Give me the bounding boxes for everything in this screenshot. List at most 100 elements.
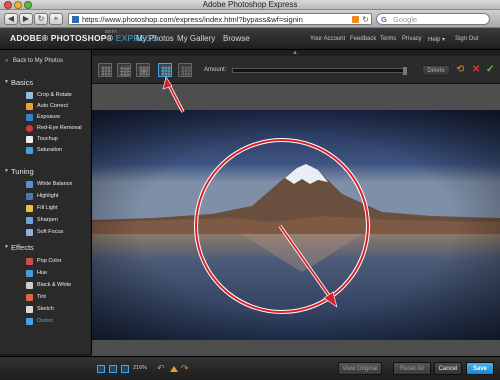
app-header: ADOBE® PHOTOSHOP® EXPRESS BETA My Photos…: [0, 28, 500, 50]
cancel-icon[interactable]: ✕: [472, 65, 480, 75]
touchup-icon: [26, 136, 33, 143]
back-label: Back to My Photos: [13, 58, 64, 64]
distort-mode-3-button[interactable]: [136, 63, 150, 77]
tool-label: Soft Focus: [37, 229, 64, 235]
address-url: https://www.photoshop.com/express/index.…: [82, 15, 303, 24]
back-to-my-photos-link[interactable]: « Back to My Photos: [0, 55, 92, 67]
nav-help[interactable]: Help ▾: [428, 36, 445, 43]
distort-mode-5-button[interactable]: [178, 63, 192, 77]
tool-hue[interactable]: Hue: [0, 268, 92, 279]
actual-size-button[interactable]: [109, 365, 117, 373]
nav-my-photos[interactable]: My Photos: [136, 34, 174, 43]
add-bookmark-button[interactable]: +: [49, 13, 63, 25]
reset-icon[interactable]: ⟲: [456, 65, 464, 75]
exposure-icon: [26, 114, 33, 121]
tool-exposure[interactable]: Exposure: [0, 112, 92, 123]
tool-label: Exposure: [37, 114, 61, 120]
photo[interactable]: [92, 110, 500, 340]
fill-light-icon: [26, 205, 33, 212]
tint-icon: [26, 294, 33, 301]
tool-auto-correct[interactable]: Auto Correct: [0, 101, 92, 112]
black-white-icon: [26, 282, 33, 289]
grid-icon: [161, 66, 171, 76]
amount-slider[interactable]: [232, 67, 407, 75]
tool-soft-focus[interactable]: Soft Focus: [0, 227, 92, 238]
tool-highlight[interactable]: Highlight: [0, 191, 92, 202]
cancel-button[interactable]: Cancel: [434, 362, 462, 375]
tool-sketch[interactable]: Sketch: [0, 304, 92, 315]
grid-icon: [181, 66, 191, 76]
forward-button[interactable]: ▶: [19, 13, 33, 25]
tool-crop-rotate[interactable]: Crop & Rotate: [0, 90, 92, 101]
tool-options-bar: Amount: Delete ⟲ ✕ ✓: [92, 56, 500, 84]
grid-icon: [139, 66, 149, 76]
undo-icon[interactable]: ↶: [157, 363, 165, 374]
section-toggle-icon: ▼: [4, 168, 9, 174]
fit-view-button[interactable]: [97, 365, 105, 373]
amount-label: Amount:: [204, 67, 227, 73]
editing-canvas[interactable]: [92, 84, 500, 356]
window-title-bar: Adobe Photoshop Express: [0, 0, 500, 10]
tool-label: Pop Color: [37, 258, 62, 264]
section-tuning[interactable]: ▼ Tuning: [0, 166, 92, 177]
white-balance-icon: [26, 181, 33, 188]
nav-my-gallery[interactable]: My Gallery: [177, 34, 215, 43]
reset-all-button[interactable]: Reset All: [393, 362, 431, 375]
save-button[interactable]: Save: [466, 362, 494, 375]
tool-label: Hue: [37, 270, 48, 276]
grid-icon: [119, 66, 131, 76]
tool-label: Saturation: [37, 147, 63, 153]
tool-red-eye-removal[interactable]: Red-Eye Removal: [0, 123, 92, 134]
address-bar[interactable]: https://www.photoshop.com/express/index.…: [68, 13, 372, 25]
sharpen-icon: [26, 217, 33, 224]
delete-button[interactable]: Delete: [422, 65, 450, 76]
section-toggle-icon: ▼: [4, 244, 9, 250]
view-original-button[interactable]: View Original: [338, 362, 382, 375]
grid-icon: [101, 66, 111, 76]
soft-focus-icon: [26, 229, 33, 236]
logo-main-text: ADOBE® PHOTOSHOP®: [10, 33, 114, 43]
nav-your-account[interactable]: Your Account: [310, 36, 345, 42]
tool-white-balance[interactable]: White Balance: [0, 179, 92, 190]
up-arrow-icon[interactable]: [170, 366, 178, 372]
tool-label: Touchup: [37, 136, 58, 142]
nav-browse[interactable]: Browse: [223, 34, 250, 43]
zoom-level: 216%: [133, 365, 148, 371]
auto-correct-icon: [26, 103, 33, 110]
crop-icon: [26, 92, 33, 99]
tool-label: Tint: [37, 294, 46, 300]
site-favicon-icon: [72, 16, 79, 23]
distort-mode-4-button[interactable]: [158, 63, 172, 77]
tool-black-white[interactable]: Black & White: [0, 280, 92, 291]
amount-slider-handle[interactable]: [403, 67, 407, 75]
tool-touchup[interactable]: Touchup: [0, 134, 92, 145]
tool-tint[interactable]: Tint: [0, 292, 92, 303]
search-field[interactable]: G Google: [376, 13, 490, 25]
nav-feedback[interactable]: Feedback: [350, 36, 376, 42]
tool-label: White Balance: [37, 181, 73, 187]
section-basics[interactable]: ▼ Basics: [0, 77, 92, 88]
redo-icon[interactable]: ↷: [181, 363, 189, 374]
apply-icon[interactable]: ✓: [486, 65, 494, 75]
distort-mode-2-button[interactable]: [117, 63, 131, 77]
tool-label: Sharpen: [37, 217, 58, 223]
reload-icon[interactable]: ↻: [362, 14, 369, 25]
hue-icon: [26, 270, 33, 277]
distort-mode-1-button[interactable]: [98, 63, 112, 77]
nav-privacy[interactable]: Privacy: [402, 36, 422, 42]
zoom-button[interactable]: [121, 365, 129, 373]
tool-sharpen[interactable]: Sharpen: [0, 215, 92, 226]
tool-fill-light[interactable]: Fill Light: [0, 203, 92, 214]
tool-distort[interactable]: Distort: [0, 316, 92, 327]
nav-sign-out[interactable]: Sign Out: [455, 36, 478, 42]
section-effects[interactable]: ▼ Effects: [0, 242, 92, 253]
tool-saturation[interactable]: Saturation: [0, 145, 92, 156]
back-chevron-icon: «: [5, 58, 9, 64]
rss-feed-icon[interactable]: [352, 16, 359, 23]
tool-pop-color[interactable]: Pop Color: [0, 256, 92, 267]
nav-terms[interactable]: Terms: [380, 36, 396, 42]
browser-toolbar: ◀ ▶ ↻ + https://www.photoshop.com/expres…: [0, 10, 500, 28]
back-button[interactable]: ◀: [4, 13, 18, 25]
tool-label: Black & White: [37, 282, 72, 288]
reload-button[interactable]: ↻: [34, 13, 48, 25]
